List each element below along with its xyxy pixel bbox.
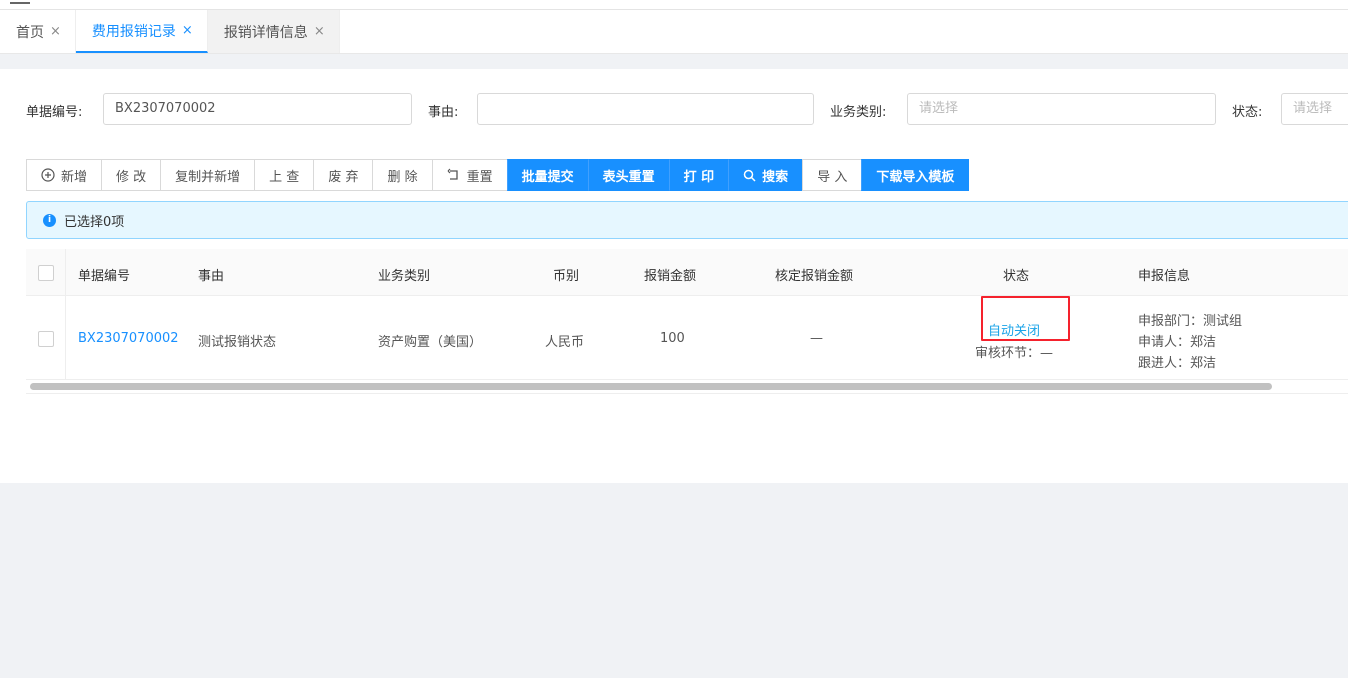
top-bar <box>0 0 1348 10</box>
tab-home[interactable]: 首页 × <box>0 10 76 53</box>
table-header: 单据编号 事由 业务类别 币别 报销金额 核定报销金额 状态 申报信息 <box>26 249 1348 296</box>
doc-no-input[interactable]: BX2307070002 <box>103 93 412 125</box>
row-checkbox[interactable] <box>38 331 54 347</box>
search-icon <box>743 169 756 182</box>
edit-button[interactable]: 修 改 <box>101 159 162 191</box>
follower-info: 跟进人：郑洁 <box>1138 356 1217 371</box>
header-reset-button[interactable]: 表头重置 <box>587 159 670 191</box>
selection-alert: i 已选择0项 <box>26 201 1348 239</box>
doc-no-label: 单据编号: <box>26 105 83 120</box>
col-approved-amount[interactable]: 核定报销金额 <box>775 265 853 284</box>
doc-no-link[interactable]: BX2307070002 <box>78 331 179 346</box>
content-gap <box>0 55 1348 69</box>
close-icon[interactable]: × <box>314 24 325 39</box>
category-label: 业务类别: <box>830 105 887 120</box>
status-link[interactable]: 自动关闭 <box>988 320 1040 339</box>
close-icon[interactable]: × <box>182 23 193 38</box>
col-reason[interactable]: 事由 <box>198 265 224 284</box>
amount-cell: 100 <box>660 331 685 346</box>
horizontal-scrollbar[interactable] <box>30 383 1272 390</box>
col-doc-no[interactable]: 单据编号 <box>78 265 130 284</box>
currency-cell: 人民币 <box>545 335 585 350</box>
tab-label: 首页 <box>16 24 44 41</box>
col-currency[interactable]: 币别 <box>553 265 579 284</box>
reason-cell: 测试报销状态 <box>198 335 277 350</box>
search-button[interactable]: 搜索 <box>728 159 804 191</box>
import-button[interactable]: 导 入 <box>802 159 863 191</box>
tab-bar: 首页 × 费用报销记录 × 报销详情信息 × <box>0 10 1348 54</box>
col-status[interactable]: 状态 <box>1003 265 1029 284</box>
undo-icon <box>447 168 458 180</box>
copy-add-button[interactable]: 复制并新增 <box>160 159 256 191</box>
dept-info: 申报部门：测试组 <box>1138 314 1243 329</box>
delete-button[interactable]: 删 除 <box>372 159 433 191</box>
select-all-checkbox[interactable] <box>38 265 54 281</box>
reset-label: 重置 <box>466 169 493 185</box>
applicant-info: 申请人：郑洁 <box>1138 335 1217 350</box>
search-label: 搜索 <box>762 169 789 185</box>
tab-label: 报销详情信息 <box>223 24 308 41</box>
col-category[interactable]: 业务类别 <box>378 265 430 284</box>
close-icon[interactable]: × <box>50 24 61 39</box>
category-select[interactable]: 请选择 <box>907 93 1216 125</box>
info-icon: i <box>43 213 56 227</box>
tab-label: 费用报销记录 <box>91 23 176 40</box>
records-table: 单据编号 事由 业务类别 币别 报销金额 核定报销金额 状态 申报信息 BX23… <box>26 249 1348 394</box>
tab-expense-detail[interactable]: 报销详情信息 × <box>207 10 340 53</box>
col-amount[interactable]: 报销金额 <box>644 265 696 284</box>
plus-circle-icon <box>41 168 55 182</box>
discard-button[interactable]: 废 弃 <box>313 159 374 191</box>
add-button[interactable]: 新增 <box>26 159 103 191</box>
status-label: 状态: <box>1232 105 1263 120</box>
download-template-button[interactable]: 下载导入模板 <box>861 159 970 191</box>
status-select[interactable]: 请选择 <box>1281 93 1348 125</box>
batch-submit-button[interactable]: 批量提交 <box>506 159 589 191</box>
reset-button[interactable]: 重置 <box>431 159 508 191</box>
lookup-button[interactable]: 上 查 <box>254 159 315 191</box>
add-label: 新增 <box>61 169 88 185</box>
main-panel: 单据编号: BX2307070002 事由: 业务类别: 请选择 状态: 请选择… <box>0 69 1348 483</box>
category-cell: 资产购置（美国） <box>378 335 483 350</box>
review-stage: 审核环节：— <box>975 346 1054 361</box>
reason-input[interactable] <box>477 93 814 125</box>
selection-count: 已选择0项 <box>64 214 125 230</box>
col-declaration[interactable]: 申报信息 <box>1138 265 1190 284</box>
tab-expense-records[interactable]: 费用报销记录 × <box>75 10 208 53</box>
approved-amount-cell: — <box>810 331 823 346</box>
menu-icon[interactable] <box>10 0 30 4</box>
toolbar: 新增 修 改 复制并新增 上 查 废 弃 删 除 重置 批量提交 表头重置 打 … <box>26 159 970 191</box>
table-row: BX2307070002 测试报销状态 资产购置（美国） 人民币 100 — 自… <box>26 296 1348 380</box>
filter-bar: 单据编号: BX2307070002 事由: 业务类别: 请选择 状态: 请选择 <box>26 93 1348 125</box>
reason-label: 事由: <box>428 105 459 120</box>
print-button[interactable]: 打 印 <box>668 159 730 191</box>
